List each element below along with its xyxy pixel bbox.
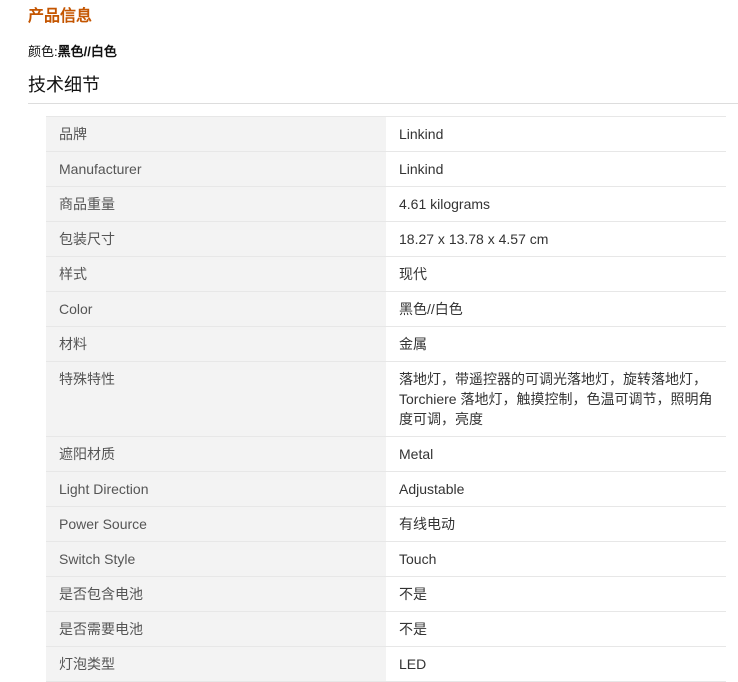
- spec-key: Light Direction: [46, 471, 386, 507]
- spec-row: 包装尺寸 18.27 x 13.78 x 4.57 cm: [46, 221, 726, 257]
- spec-value: Metal: [386, 436, 726, 472]
- spec-key: Switch Style: [46, 541, 386, 577]
- spec-row: Power Source 有线电动: [46, 506, 726, 542]
- product-info-heading: 产品信息: [28, 8, 93, 25]
- spec-key: 商品重量: [46, 186, 386, 222]
- spec-value: Linkind: [386, 151, 726, 187]
- spec-row: 灯泡类型 LED: [46, 646, 726, 682]
- spec-value: LED: [386, 646, 726, 682]
- spec-value: 金属: [386, 326, 726, 362]
- spec-key: Power Source: [46, 506, 386, 542]
- spec-value: 不是: [386, 611, 726, 647]
- spec-row: Light Direction Adjustable: [46, 471, 726, 507]
- color-variant: 颜色:黑色//白色: [28, 41, 117, 60]
- spec-key: Color: [46, 291, 386, 327]
- color-label: 颜色:: [28, 44, 58, 59]
- spec-value: Touch: [386, 541, 726, 577]
- spec-value: Linkind: [386, 116, 726, 152]
- spec-value: 黑色//白色: [386, 291, 726, 327]
- spec-row: 样式 现代: [46, 256, 726, 292]
- spec-row: Color 黑色//白色: [46, 291, 726, 327]
- spec-row: 品牌 Linkind: [46, 116, 726, 152]
- spec-value: 现代: [386, 256, 726, 292]
- spec-key: 包装尺寸: [46, 221, 386, 257]
- spec-key: 材料: [46, 326, 386, 362]
- spec-key: 灯泡类型: [46, 646, 386, 682]
- spec-value: 落地灯，带遥控器的可调光落地灯，旋转落地灯，Torchiere 落地灯，触摸控制…: [386, 361, 726, 437]
- spec-row: 商品重量 4.61 kilograms: [46, 186, 726, 222]
- spec-key: 样式: [46, 256, 386, 292]
- spec-value: Adjustable: [386, 471, 726, 507]
- spec-row: Manufacturer Linkind: [46, 151, 726, 187]
- spec-key: 特殊特性: [46, 361, 386, 437]
- spec-value: 不是: [386, 576, 726, 612]
- spec-key: 品牌: [46, 116, 386, 152]
- spec-value: 有线电动: [386, 506, 726, 542]
- spec-row: 是否包含电池 不是: [46, 576, 726, 612]
- tech-details-heading: 技术细节: [28, 75, 100, 95]
- spec-key: 遮阳材质: [46, 436, 386, 472]
- spec-row: 遮阳材质 Metal: [46, 436, 726, 472]
- spec-row: 是否需要电池 不是: [46, 611, 726, 647]
- spec-key: Manufacturer: [46, 151, 386, 187]
- spec-value: 4.61 kilograms: [386, 186, 726, 222]
- divider: [28, 103, 738, 104]
- spec-value: 18.27 x 13.78 x 4.57 cm: [386, 221, 726, 257]
- spec-row: 特殊特性 落地灯，带遥控器的可调光落地灯，旋转落地灯，Torchiere 落地灯，…: [46, 361, 726, 437]
- spec-row: Switch Style Touch: [46, 541, 726, 577]
- spec-row: 材料 金属: [46, 326, 726, 362]
- spec-table: 品牌 Linkind Manufacturer Linkind 商品重量 4.61 kil…: [46, 116, 726, 682]
- spec-key: 是否包含电池: [46, 576, 386, 612]
- color-value: 黑色//白色: [57, 44, 117, 59]
- spec-key: 是否需要电池: [46, 611, 386, 647]
